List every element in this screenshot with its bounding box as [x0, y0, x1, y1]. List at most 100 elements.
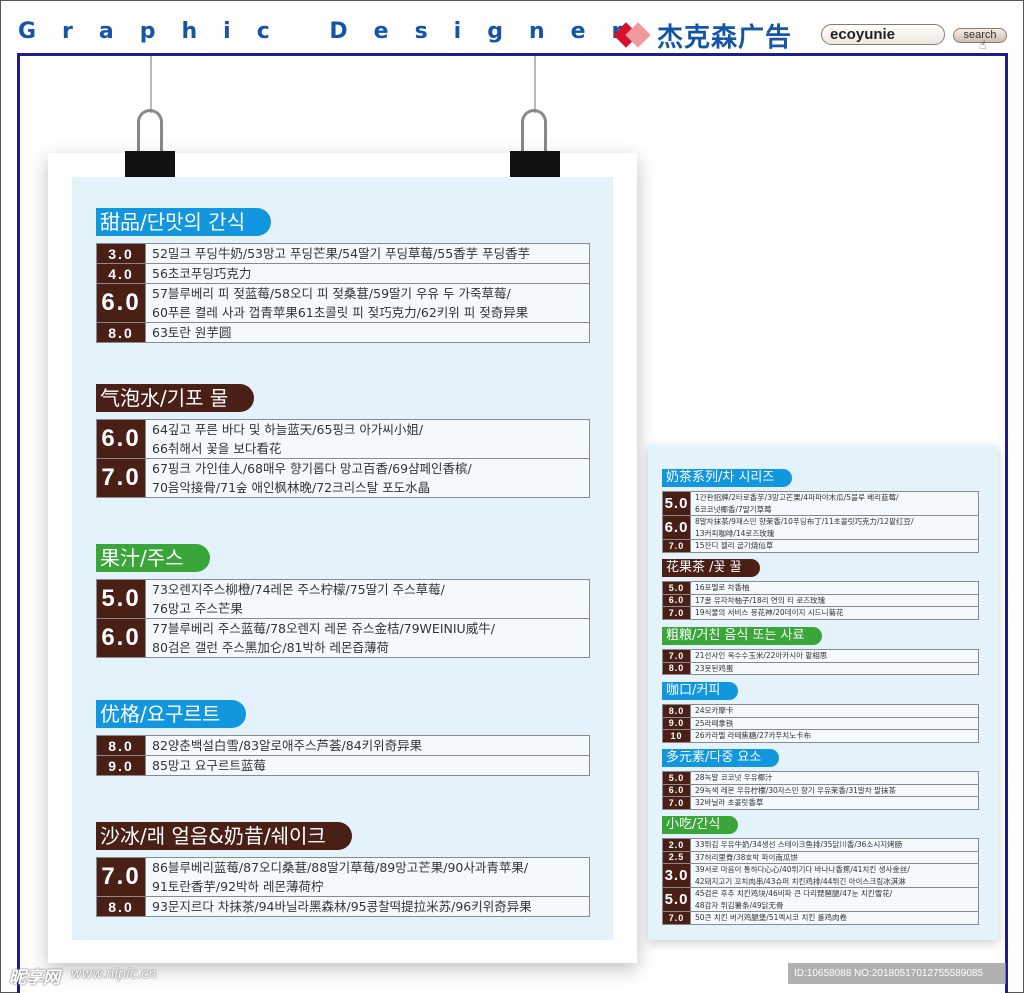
item-line: 63토란 원芋圆: [152, 325, 232, 340]
table-row: 5.0 45검은 후추 치킨鸡块/46비파 큰 다리琵琶腿/47눈 치킨雪花/48…: [663, 888, 978, 912]
price-cell: 10: [663, 730, 690, 742]
section-title: 优格/요구르트: [96, 700, 247, 728]
price-cell: 7.0: [663, 607, 690, 619]
items-cell: 15잔디 젤리 굽기烧仙草: [690, 540, 978, 552]
price-cell: 7.0: [97, 858, 145, 896]
item-line: 17꿀 유자차柚子/18리 연의 티 로즈玫瑰: [695, 595, 826, 605]
price-cell: 9.0: [97, 756, 145, 775]
items-cell: 50큰 치킨 버거鸡腿堡/51멕시코 치킨 롤鸡肉卷: [690, 912, 978, 924]
items-cell: 63토란 원芋圆: [145, 323, 589, 342]
item-line: 82양춘백설白雪/83알로애주스芦荟/84키위奇异果: [152, 738, 423, 753]
price-table: 7.0 86블루베리蓝莓/87오디桑葚/88딸기草莓/89망고芒果/90사과青苹果…: [96, 857, 590, 917]
watermark-url: www.nipic.cn: [71, 967, 157, 982]
item-line: 91토란香芋/92박하 레몬薄荷柠: [152, 879, 324, 894]
items-cell: 32바닐라 초콜릿香草: [690, 797, 978, 809]
price-table: 3.0 52밀크 푸딩牛奶/53망고 푸딩芒果/54딸기 푸딩草莓/55香芋 푸딩…: [96, 243, 590, 343]
diamond-logo-icon: [613, 20, 653, 52]
menu-section: 奶茶系列/차 시리즈 5.0 1간판招牌/2타로香芋/3망고芒果/4파파야木瓜/5블…: [662, 466, 979, 553]
item-line: 19식물의 서비스 몽花神/20데이지 시드니菊花: [695, 608, 844, 617]
items-cell: 57블루베리 피 젖蓝莓/58오디 피 젖桑葚/59딸기 우유 두 가죽草莓/6…: [145, 284, 589, 322]
brand-name: 杰克森广告: [657, 23, 793, 53]
table-row: 6.0 17꿀 유자차柚子/18리 연의 티 로즈玫瑰: [663, 594, 978, 607]
items-cell: 28녹말 코코넛 우유椰汁: [690, 772, 978, 784]
price-table: 8.0 82양춘백설白雪/83알로애주스芦荟/84키위奇异果 9.0 85망고 요구르…: [96, 735, 590, 776]
watermark-id: ID:10658088 NO:20180517012755589085: [788, 963, 1006, 984]
menu-section: 花果茶 /꽃 꿀 5.0 16포멜로 차香柚 6.0 17꿀 유자차柚子/18리 연의 …: [662, 556, 979, 620]
items-cell: 37허리里脊/38호박 파이南瓜饼: [690, 851, 978, 863]
table-row: 5.0 16포멜로 차香柚: [663, 582, 978, 595]
item-line: 93문지르다 차抹茶/94바닐라黑森林/95콩찰떡提拉米苏/96키위奇异果: [152, 899, 532, 914]
item-line: 23못된鸡蛋: [695, 663, 734, 673]
price-cell: 2.0: [663, 839, 690, 851]
binder-clip-handle-right: [521, 109, 547, 151]
table-row: 4.0 56초코푸딩巧克力: [97, 264, 589, 284]
table-row: 6.0 64깊고 푸른 바다 및 하늘蓝天/65핑크 아가씨小姐/66취해서 꽃을…: [97, 420, 589, 459]
item-line: 66취해서 꽃을 보다看花: [152, 441, 282, 456]
section-title: 花果茶 /꽃 꿀: [662, 559, 760, 577]
item-line: 77블루베리 주스蓝莓/78오렌지 레몬 쥬스金桔/79WEINIU威牛/: [152, 621, 495, 636]
menu-section: 果汁/주스 5.0 73오렌지주스柳橙/74레몬 주스柠檬/75딸기 주스草莓/76…: [96, 544, 590, 658]
items-cell: 1간판招牌/2타로香芋/3망고芒果/4파파야木瓜/5블루 베리蓝莓/6코코넛椰香…: [690, 492, 978, 515]
item-line: 28녹말 코코넛 우유椰汁: [695, 773, 773, 782]
section-title: 小吃/간식: [662, 816, 739, 834]
item-line: 39서로 마음이 통하다心心/40튀기다 바나나香蕉/41치킨 생사金丝/: [695, 865, 910, 874]
item-line: 48감자 튀김薯条/49닭无骨: [695, 900, 784, 910]
page-title: Graphic Designer: [18, 19, 649, 44]
items-cell: 33튀김 우유牛奶/34생선 스테이크鱼排/35닭川香/36소시지烤肠: [690, 839, 978, 851]
price-cell: 7.0: [663, 912, 690, 924]
price-cell: 5.0: [663, 772, 690, 784]
item-line: 64깊고 푸른 바다 및 하늘蓝天/65핑크 아가씨小姐/: [152, 422, 424, 437]
price-cell: 6.0: [663, 784, 690, 796]
section-title: 奶茶系列/차 시리즈: [662, 469, 793, 487]
price-cell: 6.0: [97, 619, 145, 657]
item-line: 33튀김 우유牛奶/34생선 스테이크鱼排/35닭川香/36소시지烤肠: [695, 840, 903, 849]
table-row: 6.0 8말차抹茶/9재스민 향茉香/10푸딩布丁/11초콜릿巧克力/12팥红豆/…: [663, 516, 978, 540]
section-title: 咖口/커피: [662, 682, 739, 700]
items-cell: 82양춘백설白雪/83알로애주스芦荟/84키위奇异果: [145, 736, 589, 755]
table-row: 6.0 77블루베리 주스蓝莓/78오렌지 레몬 쥬스金桔/79WEINIU威牛/…: [97, 619, 589, 657]
item-line: 15잔디 젤리 굽기烧仙草: [695, 541, 774, 550]
items-cell: 67핑크 가인佳人/68매우 향기롭다 망고百香/69샴페인香槟/70음악接骨/…: [145, 459, 589, 497]
table-row: 9.0 25라떼拿铁: [663, 717, 978, 730]
price-table: 8.0 24모카摩卡 9.0 25라떼拿铁 10 26카라멜 라떼焦糖/27카푸치노卡布: [662, 704, 979, 743]
hanging-wire-right: [534, 56, 536, 113]
section-title: 果汁/주스: [96, 544, 210, 572]
item-line: 32바닐라 초콜릿香草: [695, 798, 764, 807]
large-menu-panel: 甜品/단맛의 간식 3.0 52밀크 푸딩牛奶/53망고 푸딩芒果/54딸기 푸딩草…: [72, 177, 613, 940]
items-cell: 26카라멜 라떼焦糖/27카푸치노卡布: [690, 730, 978, 742]
price-cell: 7.0: [663, 650, 690, 662]
item-line: 73오렌지주스柳橙/74레몬 주스柠檬/75딸기 주스草莓/: [152, 582, 445, 597]
section-title: 多元素/다중 요소: [662, 749, 780, 767]
item-line: 6코코넛椰香/7딸기草莓: [695, 504, 772, 514]
price-cell: 9.0: [663, 717, 690, 729]
search-input[interactable]: [821, 24, 945, 45]
hand-cursor-icon: ☝: [979, 38, 987, 52]
table-row: 8.0 23못된鸡蛋: [663, 662, 978, 674]
price-cell: 7.0: [663, 540, 690, 552]
item-line: 52밀크 푸딩牛奶/53망고 푸딩芒果/54딸기 푸딩草莓/55香芋 푸딩香芋: [152, 246, 531, 261]
table-row: 7.0 19식물의 서비스 몽花神/20데이지 시드니菊花: [663, 607, 978, 619]
items-cell: 25라떼拿铁: [690, 717, 978, 729]
price-table: 5.0 73오렌지주스柳橙/74레몬 주스柠檬/75딸기 주스草莓/76망고 주스…: [96, 579, 590, 658]
price-table: 5.0 1간판招牌/2타로香芋/3망고芒果/4파파야木瓜/5블루 베리蓝莓/6코코…: [662, 491, 979, 553]
item-line: 26카라멜 라떼焦糖/27카푸치노卡布: [695, 731, 812, 740]
watermark-logo: 昵享网: [9, 968, 60, 988]
item-line: 70음악接骨/71숲 애인枫林晚/72크리스탈 포도水晶: [152, 480, 431, 495]
table-row: 8.0 24모카摩卡: [663, 705, 978, 718]
price-cell: 5.0: [97, 580, 145, 618]
item-line: 29녹색 레몬 우유柠檬/30자스민 향기 우유茉香/31말차 팔抹茶: [695, 785, 897, 795]
item-line: 86블루베리蓝莓/87오디桑葚/88딸기草莓/89망고芒果/90사과青苹果/: [152, 860, 529, 875]
price-cell: 6.0: [663, 516, 690, 539]
price-cell: 8.0: [663, 662, 690, 674]
item-line: 21선사인 옥수수玉米/22아카시아 팥相思: [695, 651, 828, 660]
table-row: 5.0 28녹말 코코넛 우유椰汁: [663, 772, 978, 785]
binder-clip-handle-left: [137, 109, 163, 151]
table-row: 7.0 32바닐라 초콜릿香草: [663, 797, 978, 809]
price-cell: 7.0: [663, 797, 690, 809]
items-cell: 21선사인 옥수수玉米/22아카시아 팥相思: [690, 650, 978, 662]
price-table: 7.0 21선사인 옥수수玉米/22아카시아 팥相思 8.0 23못된鸡蛋: [662, 649, 979, 675]
brand-logo: 杰克森广告: [613, 17, 793, 54]
menu-section: 优格/요구르트 8.0 82양춘백설白雪/83알로애주스芦荟/84키위奇异果 9.0 8…: [96, 700, 590, 776]
table-row: 5.0 73오렌지주스柳橙/74레몬 주스柠檬/75딸기 주스草莓/76망고 주스…: [97, 580, 589, 619]
menu-section: 甜品/단맛의 간식 3.0 52밀크 푸딩牛奶/53망고 푸딩芒果/54딸기 푸딩草…: [96, 208, 590, 343]
